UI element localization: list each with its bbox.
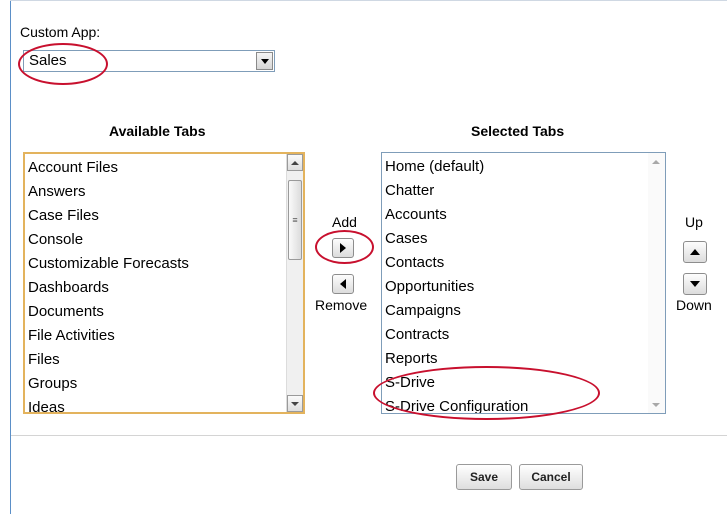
list-item[interactable]: Reports bbox=[385, 347, 665, 371]
selected-list-scrollbar[interactable] bbox=[648, 153, 665, 413]
frame-top-border bbox=[10, 0, 727, 1]
list-item[interactable]: S-Drive bbox=[385, 371, 665, 395]
list-item[interactable]: Opportunities bbox=[385, 275, 665, 299]
list-item[interactable]: Home (default) bbox=[385, 155, 665, 179]
list-item[interactable]: Answers bbox=[28, 180, 303, 204]
available-tabs-heading: Available Tabs bbox=[109, 123, 206, 139]
scroll-up-icon[interactable] bbox=[648, 153, 664, 170]
move-down-button[interactable] bbox=[683, 273, 707, 295]
scroll-thumb[interactable]: ≡ bbox=[288, 180, 302, 260]
list-item[interactable]: Dashboards bbox=[28, 276, 303, 300]
list-item[interactable]: Contacts bbox=[385, 251, 665, 275]
selected-tabs-heading: Selected Tabs bbox=[471, 123, 565, 139]
footer-divider bbox=[11, 435, 727, 436]
list-item[interactable]: Chatter bbox=[385, 179, 665, 203]
save-button[interactable]: Save bbox=[456, 464, 512, 490]
list-item[interactable]: Case Files bbox=[28, 204, 303, 228]
list-item[interactable]: Campaigns bbox=[385, 299, 665, 323]
dropdown-arrow-icon[interactable] bbox=[256, 52, 273, 70]
list-item[interactable]: Customizable Forecasts bbox=[28, 252, 303, 276]
list-item[interactable]: Cases bbox=[385, 227, 665, 251]
list-item[interactable]: Groups bbox=[28, 372, 303, 396]
scroll-down-icon[interactable] bbox=[287, 395, 303, 412]
scroll-down-icon[interactable] bbox=[648, 396, 664, 413]
custom-app-label: Custom App: bbox=[20, 24, 101, 40]
list-item[interactable]: File Activities bbox=[28, 324, 303, 348]
down-label: Down bbox=[676, 297, 712, 313]
available-tabs-list[interactable]: Account Files Answers Case Files Console… bbox=[23, 152, 305, 414]
remove-button[interactable] bbox=[332, 274, 354, 294]
selected-tabs-list[interactable]: Home (default) Chatter Accounts Cases Co… bbox=[381, 152, 666, 414]
up-label: Up bbox=[685, 214, 703, 230]
list-item[interactable]: S-Drive Configuration bbox=[385, 395, 665, 413]
list-item[interactable]: Documents bbox=[28, 300, 303, 324]
list-item[interactable]: Account Files bbox=[28, 156, 303, 180]
add-button[interactable] bbox=[332, 238, 354, 258]
remove-label: Remove bbox=[315, 297, 368, 313]
list-item[interactable]: Accounts bbox=[385, 203, 665, 227]
cancel-button[interactable]: Cancel bbox=[519, 464, 583, 490]
list-item[interactable]: Files bbox=[28, 348, 303, 372]
add-label: Add bbox=[332, 214, 357, 230]
move-up-button[interactable] bbox=[683, 241, 707, 263]
list-item[interactable]: Console bbox=[28, 228, 303, 252]
arrow-right-icon bbox=[340, 243, 346, 253]
scroll-up-icon[interactable] bbox=[287, 154, 303, 171]
available-list-scrollbar[interactable]: ≡ bbox=[286, 154, 303, 412]
list-item[interactable]: Ideas bbox=[28, 396, 303, 412]
custom-app-selected-value: Sales bbox=[29, 52, 67, 69]
arrow-down-icon bbox=[690, 281, 700, 287]
list-item[interactable]: Contracts bbox=[385, 323, 665, 347]
arrow-left-icon bbox=[340, 279, 346, 289]
custom-app-select[interactable]: Sales bbox=[23, 50, 275, 72]
arrow-up-icon bbox=[690, 249, 700, 255]
frame-left-border bbox=[10, 0, 11, 514]
